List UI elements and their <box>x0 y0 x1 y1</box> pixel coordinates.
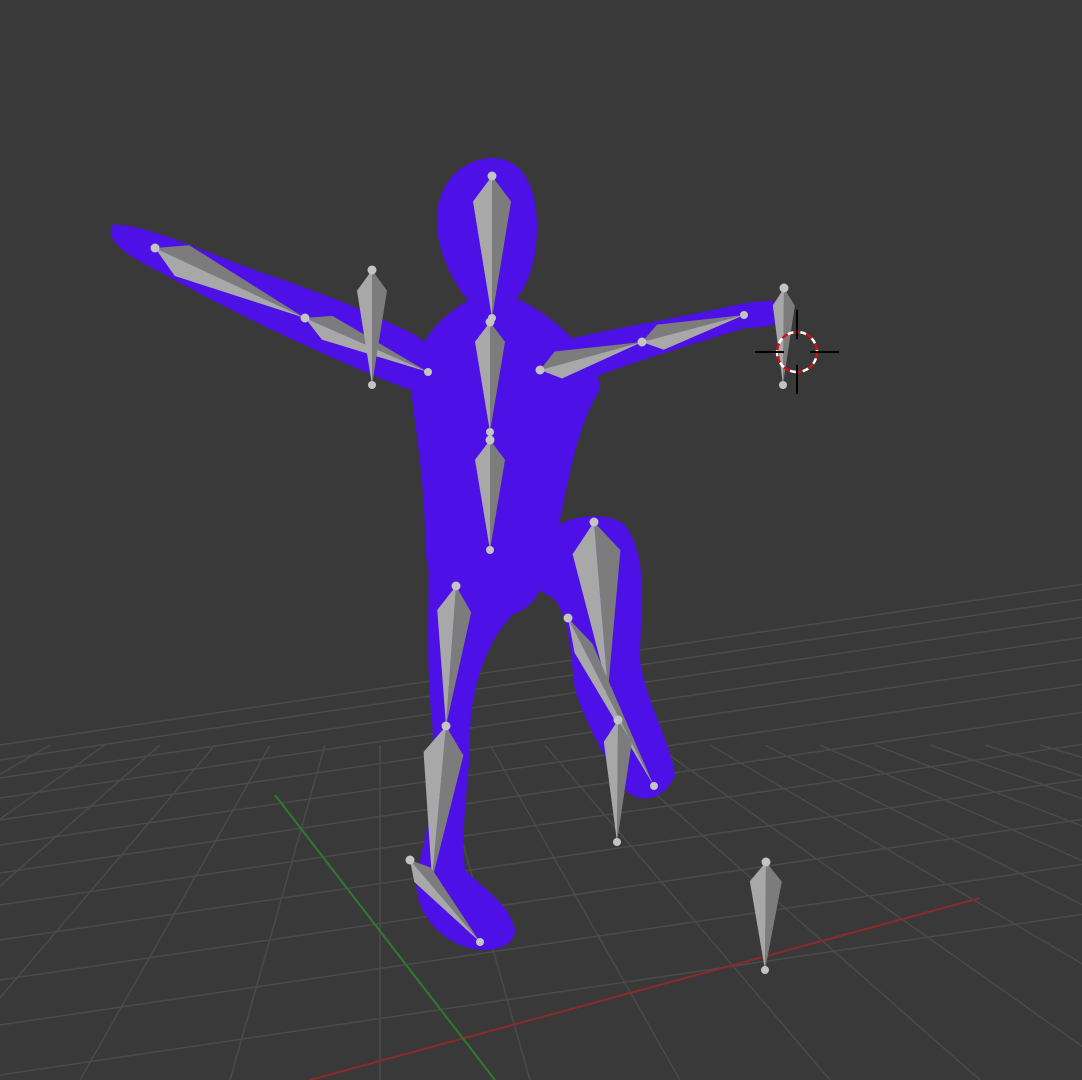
bone-joint <box>761 857 771 867</box>
grid-line <box>0 583 1082 746</box>
bone-joint <box>368 381 376 389</box>
bone-joint <box>486 428 494 436</box>
bone-joint <box>451 581 461 591</box>
grid-line <box>0 658 1082 821</box>
grid-line <box>984 744 1082 777</box>
grid-line <box>0 818 1082 981</box>
bone-joint <box>779 381 787 389</box>
grid-line <box>654 744 1082 1048</box>
bone-joint <box>405 855 415 865</box>
bone-joint <box>150 243 160 253</box>
grid-line <box>0 863 1082 1026</box>
bone-joint <box>761 966 769 974</box>
bone-joint <box>486 546 494 554</box>
grid-line <box>819 744 1082 862</box>
bone-joint <box>487 171 497 181</box>
bone[interactable] <box>749 857 782 975</box>
x-axis-line <box>309 897 981 1080</box>
bone-joint <box>779 283 789 293</box>
grid-line <box>0 636 1082 799</box>
bone-face-light <box>749 862 766 970</box>
bone-joint <box>485 435 495 445</box>
bone-joint <box>485 317 495 327</box>
bone-joint <box>740 311 748 319</box>
grid-line <box>0 744 51 776</box>
bone-joint <box>441 721 451 731</box>
grid-line <box>1039 744 1082 759</box>
bone-joint <box>589 517 599 527</box>
viewport-canvas[interactable] <box>0 0 1082 1080</box>
grid-line <box>544 744 831 1080</box>
grid-line <box>0 683 1082 846</box>
bone-joint <box>637 337 647 347</box>
bone-joint <box>300 313 310 323</box>
bone-joint <box>613 838 621 846</box>
grid-line <box>229 744 326 1080</box>
3d-viewport[interactable] <box>0 0 1082 1080</box>
grid-line <box>0 913 1082 1076</box>
grid-line <box>79 744 271 1080</box>
bone-joint <box>650 782 658 790</box>
bone-joint <box>476 938 484 946</box>
grid-line <box>0 744 161 888</box>
bone-joint <box>424 368 432 376</box>
bone-joint <box>535 365 545 375</box>
grid-line <box>0 616 1082 779</box>
grid-line <box>0 778 1082 941</box>
floor-grid <box>0 583 1082 1080</box>
grid-line <box>0 743 1082 906</box>
bone-joint <box>613 715 623 725</box>
bone-joint <box>563 613 573 623</box>
bone-joint <box>367 265 377 275</box>
